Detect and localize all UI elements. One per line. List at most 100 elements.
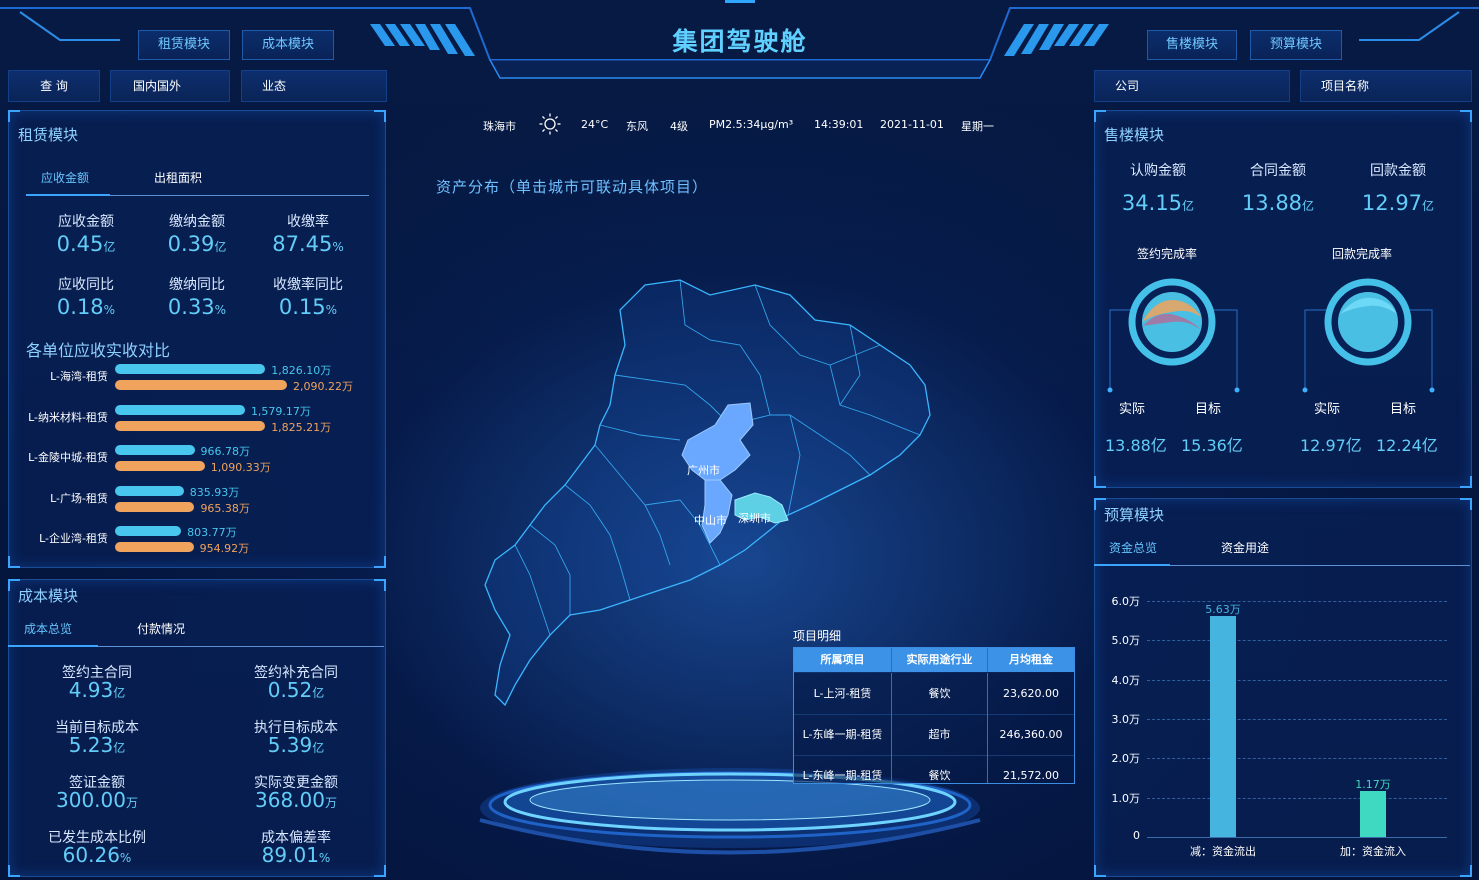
budget-tab-indicator bbox=[1094, 564, 1170, 566]
gauge-sign-actual-label: 实际 bbox=[1119, 402, 1146, 417]
cost-kpi-number: 0.52 bbox=[267, 678, 313, 702]
rental-kpi-number: 0.18 bbox=[56, 295, 104, 319]
cost-kpi-value: 5.23亿 bbox=[37, 733, 157, 757]
fund-bar[interactable] bbox=[1210, 615, 1236, 837]
weather-pm: PM2.5:34μg/m³ bbox=[709, 118, 794, 131]
table-cell[interactable]: L-上河-租赁 bbox=[794, 673, 892, 715]
gauge-sign-target-value: 15.36亿 bbox=[1181, 436, 1243, 455]
receivable-bar-value: 803.77万 bbox=[187, 526, 237, 539]
cost-tab-indicator bbox=[8, 645, 98, 647]
table-cell[interactable]: 餐饮 bbox=[892, 755, 988, 783]
sales-kpi-unit: 亿 bbox=[1302, 199, 1315, 213]
cost-kpi-value: 0.52亿 bbox=[236, 678, 356, 702]
cost-kpi-number: 368.00 bbox=[255, 788, 325, 812]
table-cell[interactable]: L-东峰一期-租赁 bbox=[794, 714, 892, 756]
rental-kpi-label: 收缴率同比 bbox=[273, 277, 343, 293]
table-cell[interactable]: 超市 bbox=[892, 714, 988, 756]
module-tab-sales[interactable]: 售楼模块 bbox=[1147, 30, 1237, 60]
received-bar[interactable] bbox=[115, 461, 205, 471]
cost-kpi-value: 4.93亿 bbox=[37, 678, 157, 702]
weather-weekday: 星期一 bbox=[961, 120, 994, 133]
rental-compare-title: 各单位应收实收对比 bbox=[26, 341, 171, 360]
cost-kpi-unit: % bbox=[318, 851, 331, 865]
table-header-industry: 实际用途行业 bbox=[892, 648, 988, 672]
weather-time: 14:39:01 bbox=[814, 118, 864, 131]
rental-kpi-label: 应收金额 bbox=[58, 214, 114, 230]
sales-kpi-label: 合同金额 bbox=[1250, 163, 1306, 179]
fund-bar-value: 1.17万 bbox=[1355, 777, 1391, 791]
received-bar[interactable] bbox=[115, 542, 194, 552]
received-bar-value: 2,090.22万 bbox=[293, 380, 353, 393]
receivable-bar[interactable] bbox=[115, 485, 184, 496]
rental-kpi-unit: % bbox=[214, 303, 227, 317]
receivable-bar[interactable] bbox=[115, 404, 245, 415]
tab-cost-overview[interactable]: 成本总览 bbox=[24, 620, 72, 637]
cost-kpi-number: 89.01 bbox=[261, 843, 319, 867]
cost-kpi-number: 60.26 bbox=[62, 843, 120, 867]
table-cell[interactable]: 23,620.00 bbox=[988, 673, 1074, 715]
y-axis-tick: 5.0万 bbox=[1111, 634, 1141, 648]
cost-kpi-number: 5.23 bbox=[68, 733, 114, 757]
received-bar[interactable] bbox=[115, 420, 266, 431]
gauge-collect-rate bbox=[1302, 278, 1435, 393]
tab-payment[interactable]: 付款情况 bbox=[137, 620, 185, 637]
map-label-zhongshan[interactable]: 中山市 bbox=[694, 512, 727, 528]
bar-unit-label: L-纳米材料-租赁 bbox=[28, 410, 108, 424]
tab-receivable[interactable]: 应收金额 bbox=[41, 169, 89, 186]
grid-line bbox=[1147, 679, 1447, 681]
tab-rented-area[interactable]: 出租面积 bbox=[154, 169, 202, 186]
received-bar[interactable] bbox=[115, 380, 287, 390]
fund-bar-value: 5.63万 bbox=[1205, 602, 1241, 616]
project-detail-title: 项目明细 bbox=[793, 629, 842, 643]
receivable-bar[interactable] bbox=[115, 364, 266, 374]
y-axis-tick: 0 bbox=[1133, 829, 1140, 842]
company-filter[interactable]: 公司 bbox=[1094, 70, 1290, 102]
rental-kpi-value: 0.39亿 bbox=[147, 232, 247, 256]
cost-kpi-value: 300.00万 bbox=[37, 788, 157, 812]
y-axis-tick: 1.0万 bbox=[1111, 791, 1141, 805]
rental-kpi-unit: % bbox=[103, 303, 116, 317]
tab-fund-usage[interactable]: 资金用途 bbox=[1221, 539, 1269, 556]
sales-kpi-label: 回款金额 bbox=[1370, 163, 1426, 179]
sales-kpi-value: 34.15亿 bbox=[1108, 191, 1208, 215]
received-bar-value: 1,090.33万 bbox=[210, 461, 271, 474]
table-cell[interactable]: 21,572.00 bbox=[988, 755, 1074, 783]
y-axis-tick: 4.0万 bbox=[1111, 673, 1141, 687]
module-tab-budget[interactable]: 预算模块 bbox=[1250, 30, 1342, 60]
cost-kpi-unit: % bbox=[119, 851, 132, 865]
gauge-collect-target-label: 目标 bbox=[1390, 402, 1417, 417]
x-axis-category: 加：资金流入 bbox=[1340, 845, 1406, 858]
budget-panel-title: 预算模块 bbox=[1104, 506, 1165, 524]
table-cell[interactable]: 246,360.00 bbox=[988, 714, 1074, 756]
project-name-filter[interactable]: 项目名称 bbox=[1300, 70, 1472, 102]
map-label-guangzhou[interactable]: 广州市 bbox=[687, 462, 720, 478]
business-type-filter[interactable]: 业态 bbox=[241, 70, 387, 102]
rental-kpi-number: 0.15 bbox=[278, 295, 326, 319]
cost-kpi-number: 5.39 bbox=[267, 733, 313, 757]
sales-kpi-value: 13.88亿 bbox=[1228, 191, 1328, 215]
sales-kpi-value: 12.97亿 bbox=[1348, 191, 1448, 215]
map-label-shenzhen[interactable]: 深圳市 bbox=[738, 510, 771, 526]
table-cell[interactable]: L-东峰一期-租赁 bbox=[794, 755, 892, 783]
y-axis-tick: 6.0万 bbox=[1111, 595, 1141, 608]
table-cell[interactable]: 餐饮 bbox=[892, 673, 988, 715]
receivable-bar-value: 1,826.10万 bbox=[271, 364, 332, 377]
sales-kpi-label: 认购金额 bbox=[1130, 163, 1186, 179]
cost-kpi-unit: 亿 bbox=[113, 741, 126, 755]
fund-bar[interactable] bbox=[1360, 790, 1386, 837]
receivable-bar[interactable] bbox=[115, 526, 182, 536]
tab-fund-overview[interactable]: 资金总览 bbox=[1109, 539, 1157, 556]
received-bar[interactable] bbox=[115, 501, 195, 512]
receivable-bar[interactable] bbox=[115, 445, 195, 455]
rental-kpi-value: 0.33% bbox=[147, 295, 247, 319]
module-tab-cost[interactable]: 成本模块 bbox=[242, 30, 334, 60]
rental-kpi-label: 缴纳金额 bbox=[169, 214, 225, 230]
asset-map-title: 资产分布（单击城市可联动具体项目） bbox=[436, 178, 709, 196]
sales-kpi-unit: 亿 bbox=[1182, 199, 1195, 213]
weather-wind-level: 4级 bbox=[670, 120, 688, 133]
gauge-sign-rate bbox=[1107, 278, 1240, 393]
sales-kpi-number: 34.15 bbox=[1121, 191, 1183, 215]
domestic-foreign-filter[interactable]: 国内国外 bbox=[110, 70, 230, 102]
query-button[interactable]: 查 询 bbox=[8, 70, 100, 102]
module-tab-rental[interactable]: 租赁模块 bbox=[138, 30, 230, 60]
